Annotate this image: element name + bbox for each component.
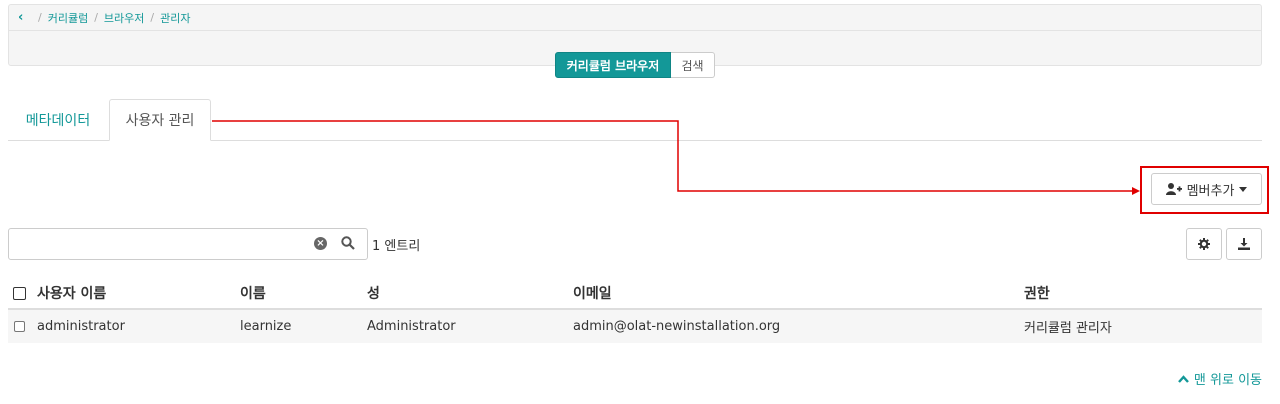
entry-count: 1 엔트리: [372, 239, 421, 254]
chevron-up-icon: [1178, 374, 1189, 383]
user-plus-icon: [1165, 183, 1182, 195]
column-last-name[interactable]: 성: [367, 278, 380, 308]
cell-first-name: learnize: [240, 319, 292, 334]
breadcrumb-separator: /: [94, 11, 98, 24]
tab-bar: 메타데이터 사용자 관리: [8, 99, 1262, 141]
cell-last-name: Administrator: [367, 319, 456, 334]
column-email[interactable]: 이메일: [573, 278, 612, 308]
view-switch: 커리큘럼 브라우저 검색: [555, 52, 715, 78]
column-first-name[interactable]: 이름: [240, 278, 266, 308]
column-username[interactable]: 사용자 이름: [37, 278, 106, 308]
breadcrumb-item-curriculum[interactable]: 커리큘럼: [48, 10, 88, 26]
column-role[interactable]: 권한: [1024, 278, 1050, 308]
search-icon[interactable]: [341, 236, 355, 250]
row-checkbox[interactable]: [14, 321, 25, 332]
search-view-button[interactable]: 검색: [671, 52, 715, 78]
breadcrumb-item-admin[interactable]: 관리자: [160, 10, 190, 26]
back-chevron-icon[interactable]: ‹: [18, 10, 32, 25]
clear-icon[interactable]: ×: [314, 237, 327, 250]
add-member-button[interactable]: 멤버추가: [1151, 173, 1262, 205]
table-row[interactable]: administrator learnize Administrator adm…: [8, 310, 1262, 343]
cell-email: admin@olat-newinstallation.org: [573, 319, 781, 334]
select-all-checkbox[interactable]: [13, 286, 26, 300]
chevron-down-icon: [1239, 186, 1248, 192]
row-select-cell: [14, 310, 25, 343]
curriculum-browser-button[interactable]: 커리큘럼 브라우저: [555, 52, 671, 78]
table-settings-button[interactable]: [1186, 228, 1222, 260]
cell-role: 커리큘럼 관리자: [1024, 321, 1112, 336]
tab-user-management[interactable]: 사용자 관리: [109, 99, 211, 141]
select-all-cell: [13, 278, 26, 308]
back-to-top-link[interactable]: 맨 위로 이동: [1178, 369, 1262, 388]
breadcrumb: ‹ / 커리큘럼 / 브라우저 / 관리자: [9, 5, 1261, 31]
add-member-label: 멤버추가: [1186, 183, 1235, 199]
breadcrumb-separator: /: [38, 11, 42, 24]
tab-metadata[interactable]: 메타데이터: [8, 99, 108, 140]
breadcrumb-item-browser[interactable]: 브라우저: [104, 10, 144, 26]
search-input[interactable]: ×: [8, 228, 368, 260]
gear-icon: [1198, 238, 1210, 250]
back-to-top-label: 맨 위로 이동: [1193, 373, 1262, 388]
breadcrumb-separator: /: [150, 11, 155, 24]
download-icon: [1238, 238, 1250, 250]
download-button[interactable]: [1226, 228, 1262, 260]
table-header: 사용자 이름 이름 성 이메일 권한: [8, 278, 1262, 310]
cell-username[interactable]: administrator: [37, 310, 125, 343]
